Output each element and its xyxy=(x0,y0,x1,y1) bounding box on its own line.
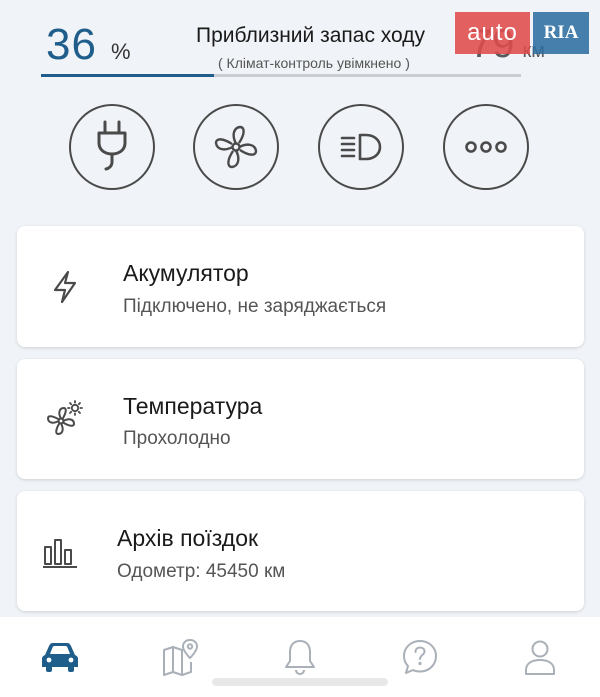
charge-button[interactable] xyxy=(69,104,155,190)
battery-unit: % xyxy=(110,39,131,64)
battery-card-title: Акумулятор xyxy=(123,260,249,286)
headlight-icon xyxy=(340,133,382,161)
map-pin-icon xyxy=(163,639,198,676)
battery-progress-fill xyxy=(41,74,214,77)
trip-history-card[interactable]: Архів поїздок Одометр: 45450 км xyxy=(17,491,584,611)
temperature-card-status: Прохолодно xyxy=(123,428,231,449)
temperature-card[interactable]: Температура Прохолодно xyxy=(17,359,584,479)
nav-vehicle[interactable] xyxy=(38,635,82,679)
lightning-icon xyxy=(53,270,77,304)
battery-card[interactable]: Акумулятор Підключено, не заряджається xyxy=(17,226,584,347)
range-title: Приблизний запас ходу xyxy=(196,24,426,47)
nav-map[interactable] xyxy=(158,635,202,679)
battery-percentage: 36 % xyxy=(46,20,131,70)
car-icon xyxy=(42,643,78,672)
more-button[interactable] xyxy=(443,104,529,190)
battery-value: 36 xyxy=(46,20,97,69)
trip-history-title: Архів поїздок xyxy=(117,525,259,551)
nav-profile[interactable] xyxy=(518,635,562,679)
climate-button[interactable] xyxy=(193,104,279,190)
temperature-card-title: Температура xyxy=(123,393,263,419)
fan-icon xyxy=(214,125,258,169)
home-indicator[interactable] xyxy=(212,678,388,686)
nav-notifications[interactable] xyxy=(278,635,322,679)
lights-button[interactable] xyxy=(318,104,404,190)
watermark-ria: RIA xyxy=(533,12,589,54)
nav-help[interactable] xyxy=(398,635,442,679)
bell-icon xyxy=(285,640,315,675)
watermark-auto: auto xyxy=(455,12,530,54)
battery-card-status: Підключено, не заряджається xyxy=(123,296,387,317)
more-icon xyxy=(465,141,507,153)
fan-sun-icon xyxy=(47,400,83,435)
battery-progress-bar xyxy=(41,74,521,77)
climate-status: ( Клімат-контроль увімкнено ) xyxy=(218,55,410,71)
plug-icon xyxy=(97,120,127,171)
watermark-logo: auto RIA xyxy=(455,12,589,54)
bar-chart-icon xyxy=(43,539,77,568)
odometer-readout: Одометр: 45450 км xyxy=(117,561,286,582)
help-icon xyxy=(403,640,437,674)
user-icon xyxy=(525,640,555,675)
